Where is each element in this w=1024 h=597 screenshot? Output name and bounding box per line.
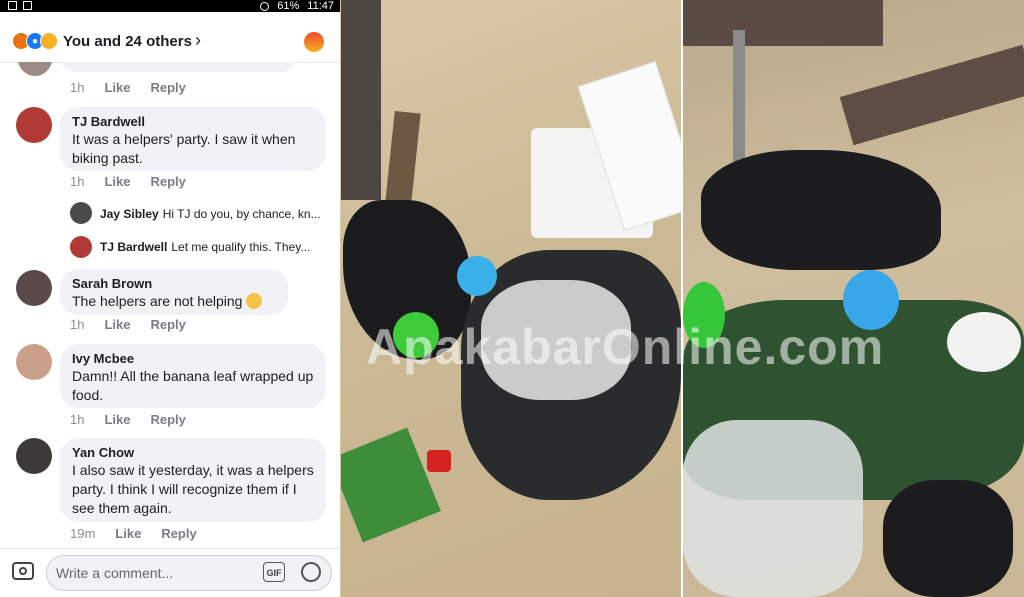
beach-litter-photo-1	[341, 0, 681, 597]
comment-text: It was a helpers' party. I saw it when b…	[72, 131, 296, 166]
comment-time: 1h	[70, 80, 85, 95]
camera-icon[interactable]	[12, 562, 34, 580]
comment-time: 19m	[70, 526, 96, 541]
avatar[interactable]	[70, 236, 92, 258]
like-button[interactable]: Like	[115, 526, 141, 541]
reply-button[interactable]: Reply	[161, 526, 196, 541]
comment-bubble: TJ Bardwell It was a helpers' party. I s…	[60, 107, 326, 171]
facebook-icon	[23, 1, 32, 10]
comment-meta: 1h Like Reply	[70, 174, 186, 189]
reply-author: TJ Bardwell	[100, 240, 168, 254]
beach-litter-photo-2	[683, 0, 1024, 597]
clock: 11:47	[307, 0, 334, 12]
black-trash-bag	[701, 150, 941, 270]
paper-plate	[947, 312, 1021, 372]
comment-time: 1h	[70, 174, 85, 189]
comment-meta: 19m Like Reply	[70, 526, 197, 541]
thinking-emoji-icon	[246, 293, 263, 309]
commenter-name[interactable]: Ivy Mcbee	[72, 351, 314, 367]
plastic-bags	[683, 420, 863, 597]
reaction-summary-text[interactable]: You and 24 others	[63, 33, 192, 50]
black-trash-bag	[883, 480, 1013, 597]
comment-bubble: Sarah Brown The helpers are not helping	[60, 269, 288, 315]
blue-balloon	[457, 256, 497, 296]
comment-input[interactable]: Write a comment... GIF	[46, 555, 332, 591]
avatar[interactable]	[16, 438, 52, 474]
comment-composer: Write a comment... GIF	[0, 548, 340, 597]
angry-reaction-icon[interactable]	[304, 32, 324, 52]
comment-text: The helpers are not helping	[72, 293, 243, 309]
facebook-comments-panel: 61% 11:47 ● You and 24 others › 1h Like …	[0, 0, 340, 597]
comment-meta: 1h Like Reply	[70, 317, 186, 332]
avatar[interactable]	[16, 107, 52, 143]
comment-bubble: Yan Chow I also saw it yesterday, it was…	[60, 438, 326, 522]
reply-button[interactable]: Reply	[150, 174, 185, 189]
reply-button[interactable]: Reply	[150, 412, 185, 427]
reaction-icons: ●	[12, 32, 58, 50]
comment-text: I also saw it yesterday, it was a helper…	[72, 462, 314, 516]
gif-icon[interactable]: GIF	[263, 562, 285, 582]
status-bar: 61% 11:47	[0, 0, 340, 12]
green-box	[341, 427, 441, 543]
reply-text: Let me qualify this. They...	[171, 240, 311, 254]
picnic-table-top	[683, 0, 883, 46]
comment-time: 1h	[70, 317, 85, 332]
avatar[interactable]	[70, 202, 92, 224]
emoji-icon[interactable]	[301, 562, 321, 582]
red-cup	[427, 450, 451, 472]
alarm-icon	[260, 2, 270, 11]
reply-button[interactable]: Reply	[150, 317, 185, 332]
reply-preview[interactable]: TJ Bardwell Let me qualify this. They...	[100, 240, 340, 254]
like-button[interactable]: Like	[104, 80, 130, 95]
reply-author: Jay Sibley	[100, 207, 159, 221]
comment-bubble	[60, 62, 296, 72]
avatar[interactable]	[18, 62, 52, 76]
comment-text: Damn!! All the banana leaf wrapped up fo…	[72, 368, 314, 403]
commenter-name[interactable]: TJ Bardwell	[72, 114, 314, 130]
watermark-text: ApakabarOnline.com	[366, 319, 885, 375]
bench-plank	[839, 44, 1024, 146]
reaction-summary-bar[interactable]: ● You and 24 others ›	[0, 12, 340, 63]
like-button[interactable]: Like	[104, 317, 130, 332]
comment-time: 1h	[70, 412, 85, 427]
battery-percent: 61%	[277, 0, 300, 12]
chevron-right-icon[interactable]: ›	[195, 30, 201, 51]
gallery-icon	[8, 1, 17, 10]
comment-meta: 1h Like Reply	[70, 80, 186, 95]
like-button[interactable]: Like	[104, 174, 130, 189]
avatar[interactable]	[16, 270, 52, 306]
picnic-bench	[341, 0, 381, 200]
table-leg	[733, 30, 745, 170]
comment-placeholder: Write a comment...	[56, 565, 174, 581]
comments-list: 1h Like Reply TJ Bardwell It was a helpe…	[0, 62, 340, 548]
haha-reaction-icon	[40, 32, 58, 50]
commenter-name[interactable]: Yan Chow	[72, 445, 314, 461]
reply-preview[interactable]: Jay Sibley Hi TJ do you, by chance, kn...	[100, 207, 340, 221]
comment-meta: 1h Like Reply	[70, 412, 186, 427]
commenter-name[interactable]: Sarah Brown	[72, 276, 276, 292]
like-button[interactable]: Like	[104, 412, 130, 427]
reply-button[interactable]: Reply	[150, 80, 185, 95]
avatar[interactable]	[16, 344, 52, 380]
reply-text: Hi TJ do you, by chance, kn...	[162, 207, 321, 221]
comment-bubble: Ivy Mcbee Damn!! All the banana leaf wra…	[60, 344, 326, 408]
